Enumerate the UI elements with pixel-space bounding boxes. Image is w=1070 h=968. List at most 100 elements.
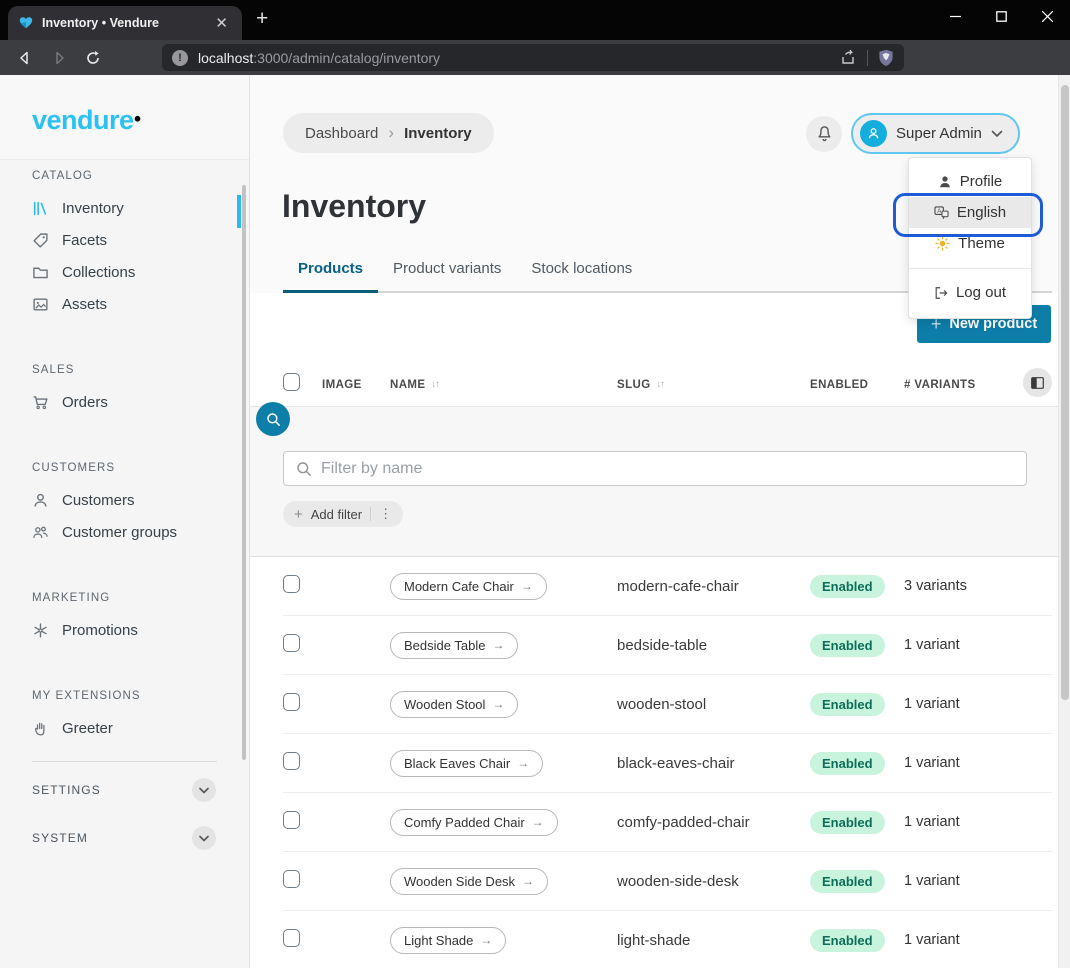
forward-icon[interactable] (44, 44, 74, 72)
table-header: IMAGE NAME↓↑ SLUG↓↑ ENABLED # VARIANTS (283, 363, 1052, 406)
address-bar[interactable]: ! localhost:3000/admin/catalog/inventory (162, 44, 904, 71)
vendure-logo[interactable]: vendure● (0, 75, 249, 160)
page-scrollbar[interactable] (1058, 75, 1070, 968)
tag-icon (32, 232, 49, 249)
window-controls (932, 0, 1070, 32)
new-tab-button[interactable]: + (256, 8, 268, 29)
window-minimize-button[interactable] (932, 0, 978, 32)
browser-toolbar: ! localhost:3000/admin/catalog/inventory (0, 40, 1070, 75)
table-row: Black Eaves Chair→ black-eaves-chair Ena… (283, 734, 1052, 793)
window-close-button[interactable] (1024, 0, 1070, 32)
table-row: Bedside Table→ bedside-table Enabled 1 v… (283, 616, 1052, 675)
folder-icon (32, 264, 49, 281)
hand-icon (32, 720, 49, 737)
chevron-down-icon[interactable] (192, 826, 216, 850)
row-checkbox[interactable] (283, 752, 300, 770)
users-icon (32, 524, 49, 541)
window-maximize-button[interactable] (978, 0, 1024, 32)
column-header-slug[interactable]: SLUG↓↑ (617, 379, 810, 391)
section-label-sales: SALES (32, 364, 249, 376)
url-text: localhost:3000/admin/catalog/inventory (198, 50, 840, 66)
sidebar-section-settings[interactable]: SETTINGS (0, 770, 249, 810)
product-name-link[interactable]: Light Shade→ (390, 927, 506, 954)
product-slug: comfy-padded-chair (617, 814, 810, 831)
browser-tab-strip: Inventory • Vendure ✕ + (0, 0, 1070, 40)
sidebar-item-greeter[interactable]: Greeter (0, 712, 249, 744)
section-label-marketing: MARKETING (32, 592, 249, 604)
sort-icon[interactable]: ↓↑ (657, 379, 665, 390)
cart-icon (32, 394, 49, 411)
sidebar-item-customers[interactable]: Customers (0, 484, 249, 516)
back-icon[interactable] (10, 44, 40, 72)
variant-count: 1 variant (904, 932, 1052, 948)
tab-product-variants[interactable]: Product variants (378, 252, 516, 291)
filter-input-wrap[interactable] (283, 451, 1027, 486)
table-row: Comfy Padded Chair→ comfy-padded-chair E… (283, 793, 1052, 852)
sidebar-item-customer-groups[interactable]: Customer groups (0, 516, 249, 548)
menu-item-profile[interactable]: Profile (909, 166, 1031, 197)
product-name-link[interactable]: Comfy Padded Chair→ (390, 809, 558, 836)
section-label-catalog: CATALOG (32, 170, 249, 182)
product-slug: wooden-stool (617, 696, 810, 713)
menu-item-theme[interactable]: Theme (909, 228, 1031, 259)
tab-stock-locations[interactable]: Stock locations (516, 252, 647, 291)
select-all-checkbox[interactable] (283, 373, 300, 391)
sidebar-item-orders[interactable]: Orders (0, 386, 249, 418)
product-name-link[interactable]: Black Eaves Chair→ (390, 750, 543, 777)
table-row: Wooden Stool→ wooden-stool Enabled 1 var… (283, 675, 1052, 734)
row-checkbox[interactable] (283, 870, 300, 888)
variant-count: 3 variants (904, 578, 1052, 594)
tab-close-icon[interactable]: ✕ (211, 14, 232, 33)
column-header-name[interactable]: NAME↓↑ (390, 379, 617, 391)
share-icon[interactable] (840, 49, 857, 66)
menu-item-language[interactable]: A English (909, 197, 1031, 228)
sidebar-item-promotions[interactable]: Promotions (0, 614, 249, 646)
user-menu-button[interactable]: Super Admin (851, 113, 1020, 154)
search-icon (266, 412, 281, 427)
sidebar-scrollbar[interactable] (242, 185, 246, 760)
kebab-menu-icon[interactable]: ⋮ (379, 506, 392, 522)
column-settings-button[interactable] (1023, 368, 1052, 397)
sun-icon (935, 236, 950, 251)
row-checkbox[interactable] (283, 929, 300, 947)
sidebar-item-collections[interactable]: Collections (0, 256, 249, 288)
chevron-down-icon[interactable] (192, 778, 216, 802)
variant-count: 1 variant (904, 696, 1052, 712)
product-name-link[interactable]: Modern Cafe Chair→ (390, 573, 547, 600)
table-row: Modern Cafe Chair→ modern-cafe-chair Ena… (283, 557, 1052, 616)
column-header-enabled: ENABLED (810, 379, 904, 391)
row-checkbox[interactable] (283, 693, 300, 711)
product-name-link[interactable]: Bedside Table→ (390, 632, 518, 659)
sort-icon[interactable]: ↓↑ (431, 379, 439, 390)
arrow-right-icon: → (532, 815, 544, 829)
product-name-link[interactable]: Wooden Side Desk→ (390, 868, 548, 895)
row-checkbox[interactable] (283, 634, 300, 652)
search-icon (296, 461, 312, 477)
arrow-right-icon: → (517, 756, 529, 770)
image-icon (32, 296, 49, 313)
tab-products[interactable]: Products (283, 252, 378, 291)
product-name-link[interactable]: Wooden Stool→ (390, 691, 518, 718)
brave-shield-icon[interactable] (878, 49, 894, 67)
breadcrumb[interactable]: Dashboard › Inventory (283, 113, 494, 153)
user-icon (32, 492, 49, 509)
filter-by-name-input[interactable] (321, 460, 1014, 478)
breadcrumb-dashboard[interactable]: Dashboard (305, 125, 378, 142)
sidebar-section-system[interactable]: SYSTEM (0, 818, 249, 858)
scrollbar-thumb[interactable] (1061, 85, 1069, 700)
site-info-icon[interactable]: ! (172, 50, 188, 66)
sidebar-item-assets[interactable]: Assets (0, 288, 249, 320)
reload-icon[interactable] (78, 44, 108, 72)
menu-divider (909, 268, 1031, 269)
sidebar-item-inventory[interactable]: Inventory (0, 192, 249, 224)
notifications-button[interactable] (806, 116, 842, 152)
tab-title: Inventory • Vendure (42, 16, 203, 30)
row-checkbox[interactable] (283, 575, 300, 593)
add-filter-button[interactable]: + Add filter ⋮ (283, 501, 403, 527)
browser-tab[interactable]: Inventory • Vendure ✕ (8, 6, 242, 40)
row-checkbox[interactable] (283, 811, 300, 829)
product-slug: bedside-table (617, 637, 810, 654)
search-toggle-button[interactable] (256, 402, 290, 436)
sidebar-item-facets[interactable]: Facets (0, 224, 249, 256)
menu-item-logout[interactable]: Log out (909, 277, 1031, 308)
